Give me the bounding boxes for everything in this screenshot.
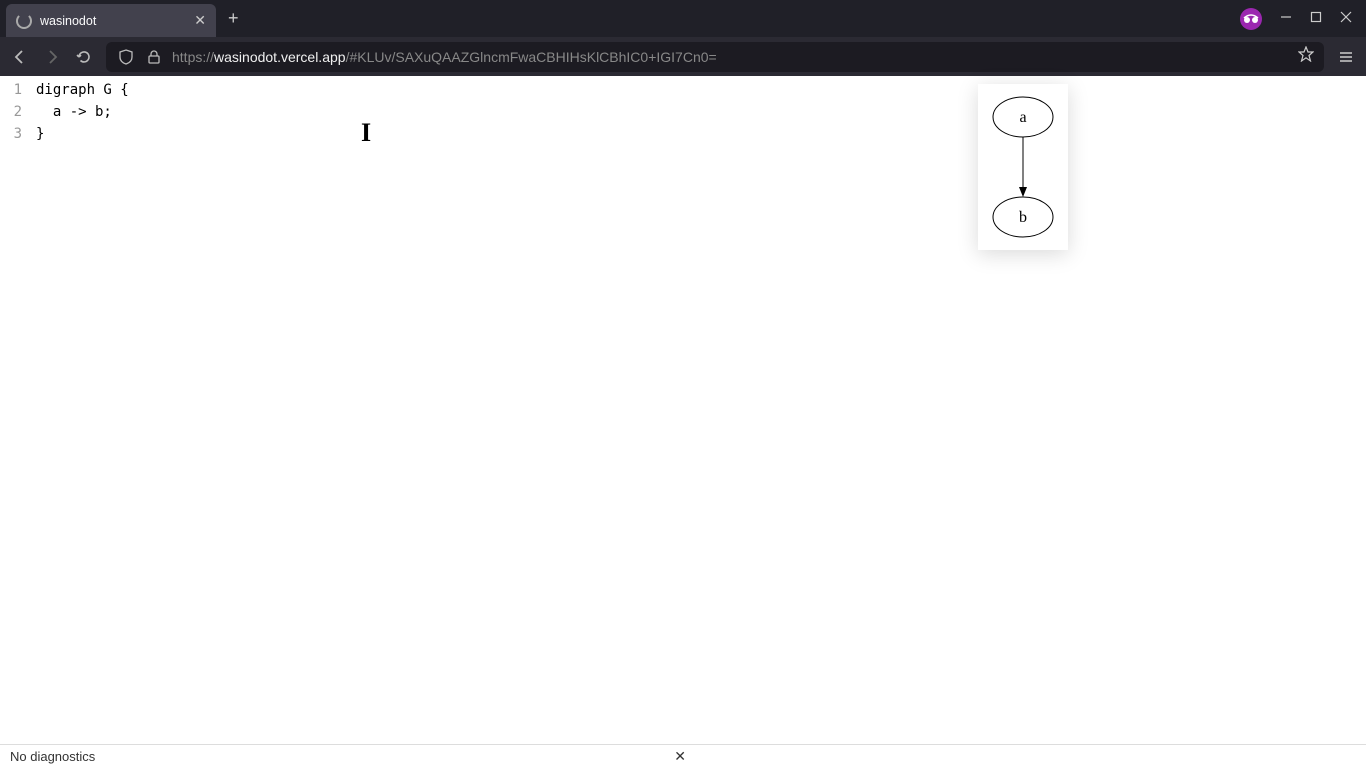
page-content: 1 2 3 digraph G { a -> b; } I a b No dia… — [0, 76, 1366, 768]
graph-node-label: b — [1019, 209, 1027, 226]
code-line: digraph G { — [36, 79, 683, 101]
line-number: 1 — [0, 79, 22, 101]
reload-button[interactable] — [74, 47, 94, 67]
lock-icon — [144, 47, 164, 67]
window-controls — [1240, 8, 1366, 30]
tab-title: wasinodot — [40, 14, 186, 28]
forward-button[interactable] — [42, 47, 62, 67]
graph-output: a b — [978, 84, 1068, 250]
graph-svg: a b — [983, 92, 1063, 242]
diagnostics-bar: No diagnostics ✕ — [0, 744, 1366, 768]
url-domain: wasinodot.vercel.app — [214, 49, 346, 65]
diagnostics-message: No diagnostics — [10, 749, 95, 764]
browser-chrome: wasinodot ✕ + — [0, 0, 1366, 76]
code-line: } — [36, 123, 683, 145]
hamburger-menu-icon[interactable] — [1336, 47, 1356, 67]
nav-bar: https://wasinodot.vercel.app/#KLUv/SAXuQ… — [0, 37, 1366, 76]
arrowhead-icon — [1019, 187, 1027, 197]
url-protocol: https:// — [172, 49, 214, 65]
shield-icon — [116, 47, 136, 67]
back-button[interactable] — [10, 47, 30, 67]
url-bar[interactable]: https://wasinodot.vercel.app/#KLUv/SAXuQ… — [106, 42, 1324, 72]
bookmark-icon[interactable] — [1298, 46, 1314, 67]
new-tab-button[interactable]: + — [216, 8, 251, 29]
line-number: 2 — [0, 101, 22, 123]
close-window-icon[interactable] — [1340, 11, 1352, 26]
line-number: 3 — [0, 123, 22, 145]
line-gutter: 1 2 3 — [0, 76, 30, 768]
loading-favicon-icon — [16, 13, 32, 29]
code-area[interactable]: digraph G { a -> b; } I — [30, 76, 683, 768]
browser-tab[interactable]: wasinodot ✕ — [6, 4, 216, 37]
url-text: https://wasinodot.vercel.app/#KLUv/SAXuQ… — [172, 49, 1290, 65]
graph-node-label: a — [1019, 109, 1026, 126]
code-line: a -> b; — [36, 101, 683, 123]
close-tab-icon[interactable]: ✕ — [194, 12, 206, 29]
url-path: /#KLUv/SAXuQAAZGlncmFwaCBHIHsKlCBhIC0+IG… — [346, 49, 717, 65]
tab-bar: wasinodot ✕ + — [0, 0, 1366, 37]
maximize-window-icon[interactable] — [1310, 11, 1322, 26]
diagnostics-close-icon[interactable]: ✕ — [674, 748, 686, 765]
incognito-icon — [1240, 8, 1262, 30]
code-editor[interactable]: 1 2 3 digraph G { a -> b; } I — [0, 76, 683, 768]
minimize-window-icon[interactable] — [1280, 11, 1292, 26]
